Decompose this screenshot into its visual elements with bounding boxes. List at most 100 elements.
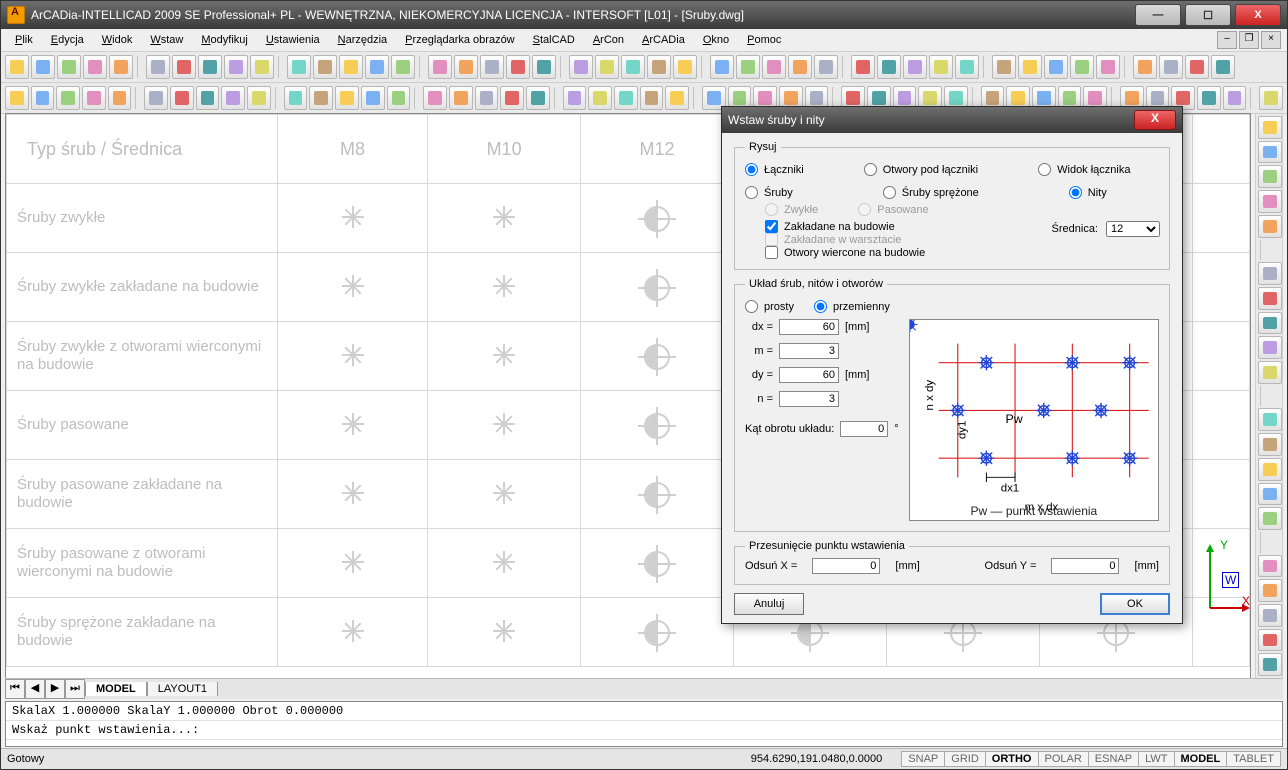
toolbar-button[interactable] bbox=[506, 55, 530, 79]
toolbar-button[interactable] bbox=[1258, 165, 1282, 188]
status-toggle-esnap[interactable]: ESNAP bbox=[1088, 751, 1139, 767]
toolbar-button[interactable] bbox=[1258, 287, 1282, 310]
window-minimize-button[interactable]: — bbox=[1135, 4, 1181, 26]
toolbar-button[interactable] bbox=[1258, 408, 1282, 431]
radio-prosty[interactable]: prosty bbox=[745, 300, 794, 313]
radio-przemienny[interactable]: przemienny bbox=[814, 300, 890, 313]
toolbar-button[interactable] bbox=[109, 55, 133, 79]
status-toggle-ortho[interactable]: ORTHO bbox=[985, 751, 1039, 767]
input-kat[interactable] bbox=[840, 421, 888, 437]
toolbar-button[interactable] bbox=[1258, 629, 1282, 652]
toolbar-button[interactable] bbox=[5, 86, 29, 110]
toolbar-button[interactable] bbox=[196, 86, 220, 110]
toolbar-button[interactable] bbox=[595, 55, 619, 79]
toolbar-button[interactable] bbox=[903, 55, 927, 79]
command-prompt-line[interactable]: Wskaż punkt wstawienia...: bbox=[6, 721, 1282, 740]
toolbar-button[interactable] bbox=[83, 55, 107, 79]
dialog-close-button[interactable]: X bbox=[1134, 110, 1176, 130]
toolbar-button[interactable] bbox=[1258, 433, 1282, 456]
toolbar-button[interactable] bbox=[1258, 507, 1282, 530]
menu-przeglądarka obrazów[interactable]: Przeglądarka obrazów bbox=[397, 32, 522, 48]
toolbar-button[interactable] bbox=[221, 86, 245, 110]
toolbar-button[interactable] bbox=[1258, 579, 1282, 602]
toolbar-button[interactable] bbox=[569, 55, 593, 79]
toolbar-button[interactable] bbox=[82, 86, 106, 110]
toolbar-button[interactable] bbox=[1018, 55, 1042, 79]
toolbar-button[interactable] bbox=[665, 86, 689, 110]
menu-wstaw[interactable]: Wstaw bbox=[142, 32, 191, 48]
menu-widok[interactable]: Widok bbox=[94, 32, 141, 48]
toolbar-button[interactable] bbox=[144, 86, 168, 110]
toolbar-button[interactable] bbox=[1258, 190, 1282, 213]
toolbar-button[interactable] bbox=[198, 55, 222, 79]
toolbar-button[interactable] bbox=[365, 55, 389, 79]
toolbar-button[interactable] bbox=[673, 55, 697, 79]
menu-arcon[interactable]: ArCon bbox=[585, 32, 632, 48]
toolbar-button[interactable] bbox=[992, 55, 1016, 79]
toolbar-button[interactable] bbox=[1258, 361, 1282, 384]
toolbar-button[interactable] bbox=[56, 86, 80, 110]
toolbar-button[interactable] bbox=[814, 55, 838, 79]
toolbar-button[interactable] bbox=[31, 86, 55, 110]
toolbar-button[interactable] bbox=[170, 86, 194, 110]
toolbar-button[interactable] bbox=[31, 55, 55, 79]
toolbar-button[interactable] bbox=[475, 86, 499, 110]
toolbar-button[interactable] bbox=[309, 86, 333, 110]
toolbar-button[interactable] bbox=[108, 86, 132, 110]
toolbar-button[interactable] bbox=[532, 55, 556, 79]
toolbar-button[interactable] bbox=[146, 55, 170, 79]
toolbar-button[interactable] bbox=[428, 55, 452, 79]
toolbar-button[interactable] bbox=[614, 86, 638, 110]
toolbar-button[interactable] bbox=[640, 86, 664, 110]
tab-nav-button[interactable]: ⏭ bbox=[65, 679, 85, 699]
toolbar-button[interactable] bbox=[335, 86, 359, 110]
anuluj-button[interactable]: Anuluj bbox=[734, 593, 804, 615]
toolbar-button[interactable] bbox=[788, 55, 812, 79]
command-area[interactable]: SkalaX 1.000000 SkalaY 1.000000 Obrot 0.… bbox=[5, 701, 1283, 747]
toolbar-button[interactable] bbox=[1159, 55, 1183, 79]
menu-modyfikuj[interactable]: Modyfikuj bbox=[193, 32, 255, 48]
radio-sruby-sprezone[interactable]: Śruby sprężone bbox=[883, 186, 979, 199]
status-toggle-grid[interactable]: GRID bbox=[944, 751, 986, 767]
input-odsuny[interactable] bbox=[1051, 558, 1119, 574]
tab-model[interactable]: MODEL bbox=[85, 682, 147, 696]
toolbar-button[interactable] bbox=[1258, 215, 1282, 238]
mdi-minimize-button[interactable]: – bbox=[1217, 31, 1237, 49]
toolbar-button[interactable] bbox=[313, 55, 337, 79]
mdi-restore-button[interactable]: ❐ bbox=[1239, 31, 1259, 49]
toolbar-button[interactable] bbox=[1258, 262, 1282, 285]
mdi-close-button[interactable]: × bbox=[1261, 31, 1281, 49]
toolbar-button[interactable] bbox=[1258, 483, 1282, 506]
menu-arcadia[interactable]: ArCADia bbox=[634, 32, 693, 48]
toolbar-button[interactable] bbox=[1258, 116, 1282, 139]
toolbar-button[interactable] bbox=[1259, 86, 1283, 110]
input-odsunx[interactable] bbox=[812, 558, 880, 574]
toolbar-button[interactable] bbox=[1258, 458, 1282, 481]
toolbar-button[interactable] bbox=[5, 55, 29, 79]
toolbar-button[interactable] bbox=[284, 86, 308, 110]
toolbar-button[interactable] bbox=[1197, 86, 1221, 110]
toolbar-button[interactable] bbox=[423, 86, 447, 110]
radio-laczniki[interactable]: Łączniki bbox=[745, 163, 804, 176]
menu-okno[interactable]: Okno bbox=[695, 32, 737, 48]
toolbar-button[interactable] bbox=[710, 55, 734, 79]
menu-plik[interactable]: Plik bbox=[7, 32, 41, 48]
menu-stalcad[interactable]: StalCAD bbox=[525, 32, 583, 48]
input-n[interactable] bbox=[779, 391, 839, 407]
toolbar-button[interactable] bbox=[563, 86, 587, 110]
status-toggle-snap[interactable]: SNAP bbox=[901, 751, 945, 767]
check-otwory-wiercone[interactable]: Otwory wiercone na budowie bbox=[765, 246, 1159, 259]
select-srednica[interactable]: 12 bbox=[1106, 221, 1160, 237]
toolbar-button[interactable] bbox=[526, 86, 550, 110]
menu-pomoc[interactable]: Pomoc bbox=[739, 32, 789, 48]
toolbar-button[interactable] bbox=[736, 55, 760, 79]
radio-otwory-pod[interactable]: Otwory pod łączniki bbox=[864, 163, 978, 176]
toolbar-button[interactable] bbox=[361, 86, 385, 110]
toolbar-button[interactable] bbox=[1044, 55, 1068, 79]
toolbar-button[interactable] bbox=[647, 55, 671, 79]
toolbar-button[interactable] bbox=[1070, 55, 1094, 79]
status-toggle-polar[interactable]: POLAR bbox=[1038, 751, 1089, 767]
menu-narzędzia[interactable]: Narzędzia bbox=[330, 32, 396, 48]
tab-layout1[interactable]: LAYOUT1 bbox=[147, 682, 218, 696]
input-dy[interactable] bbox=[779, 367, 839, 383]
